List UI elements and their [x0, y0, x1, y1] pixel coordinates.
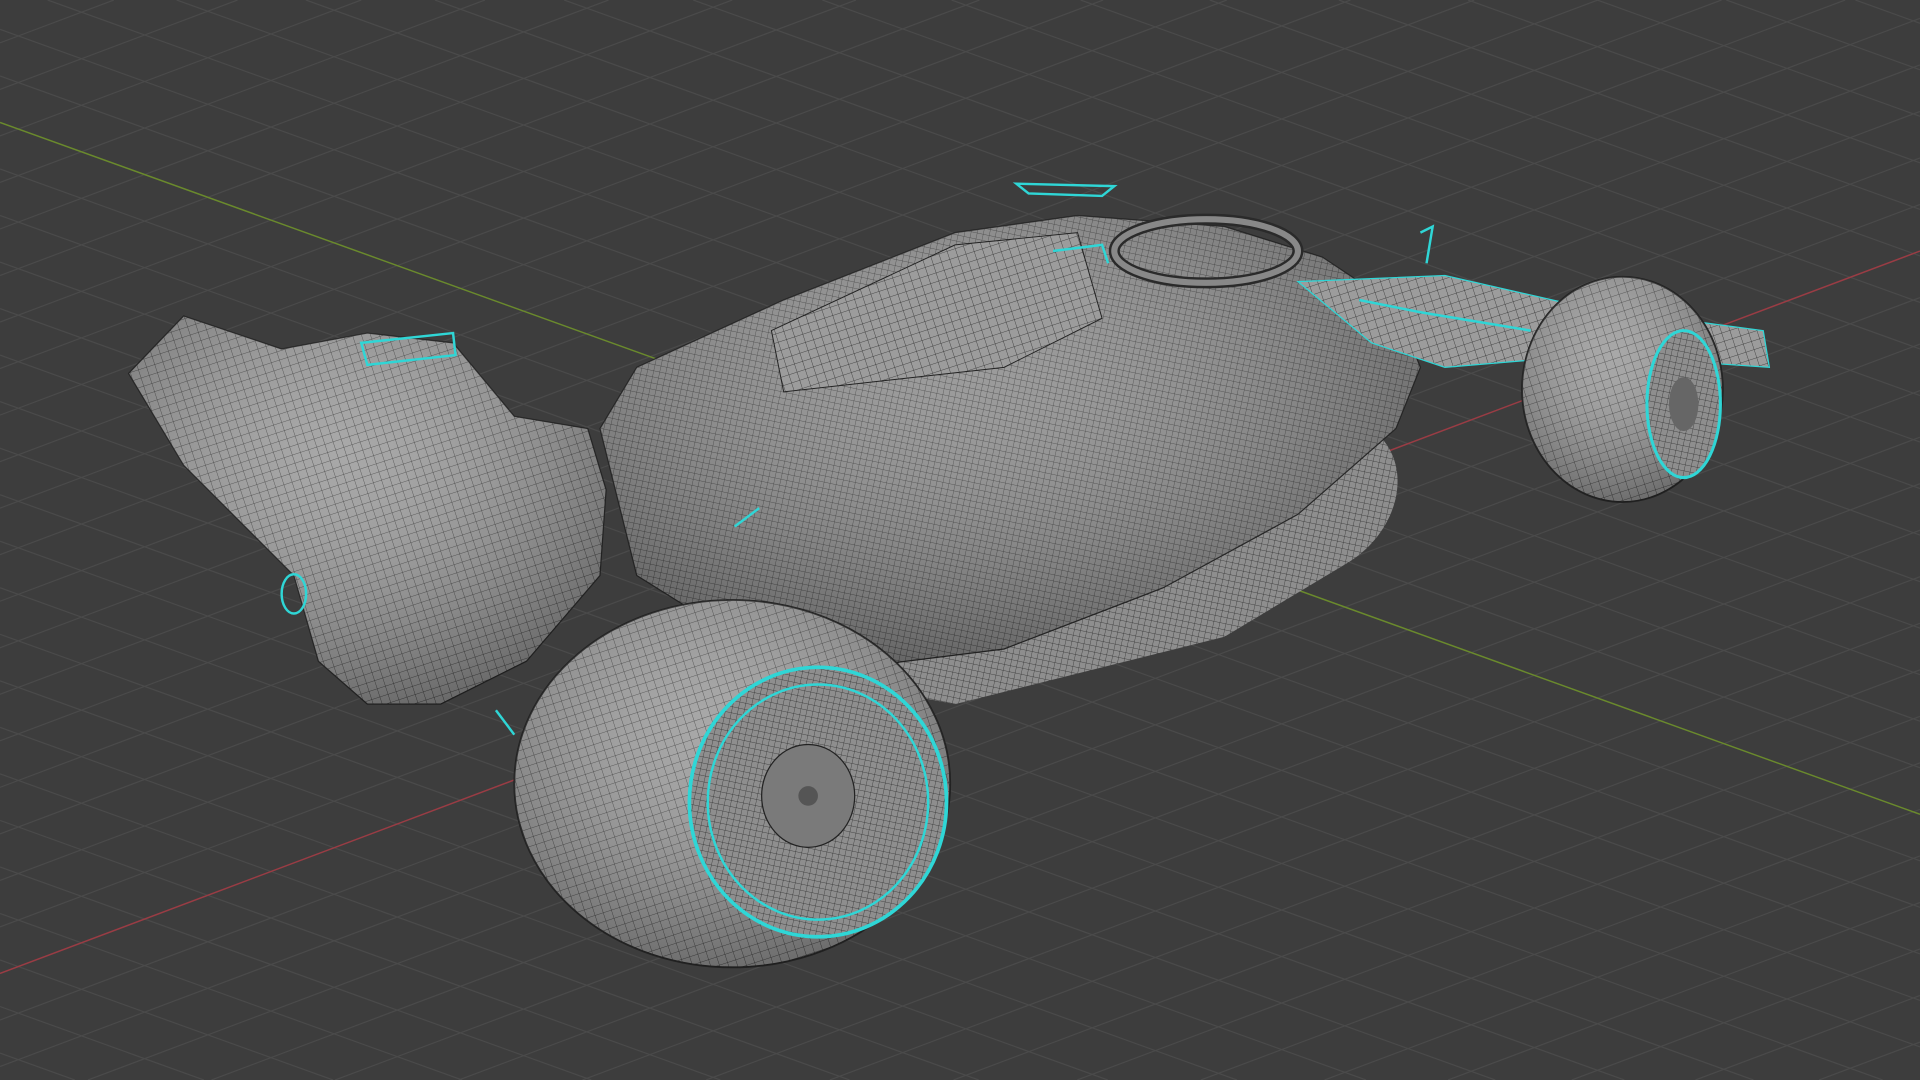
grid-line [0, 0, 238, 90]
front-left-tire [1521, 275, 1724, 503]
grid-line [1447, 901, 1920, 1080]
grid-line [1338, 0, 1920, 210]
grid-line [1209, 0, 1920, 257]
grid-line [0, 0, 115, 44]
grid-line [0, 1005, 205, 1080]
grid-line [0, 1052, 76, 1080]
grid-line [0, 0, 857, 323]
rear-left-tire [513, 599, 952, 969]
grid-line [0, 0, 609, 230]
grid-line [1076, 762, 1920, 1080]
grid-line [953, 715, 1920, 1080]
grid-line [0, 959, 334, 1080]
grid-line [1726, 0, 1920, 71]
viewport-canvas[interactable] [0, 0, 1920, 1080]
grid-line [1818, 1041, 1920, 1080]
grid-line [829, 669, 1920, 1080]
front-wheel-hub [1668, 377, 1699, 432]
rear-wing-shading [128, 315, 607, 705]
grid-line [0, 0, 733, 277]
3d-viewport[interactable] [0, 0, 1920, 1080]
grid-line [1571, 948, 1920, 1080]
grid-line [1597, 0, 1920, 117]
grid-line [1695, 994, 1920, 1080]
grid-line [0, 0, 486, 184]
grid-line [1467, 0, 1920, 164]
grid-line [1855, 0, 1920, 24]
grid-line [0, 0, 362, 137]
grid-line [1200, 808, 1920, 1080]
grid-line [0, 912, 463, 1080]
f1-car-mesh[interactable] [127, 182, 1771, 969]
